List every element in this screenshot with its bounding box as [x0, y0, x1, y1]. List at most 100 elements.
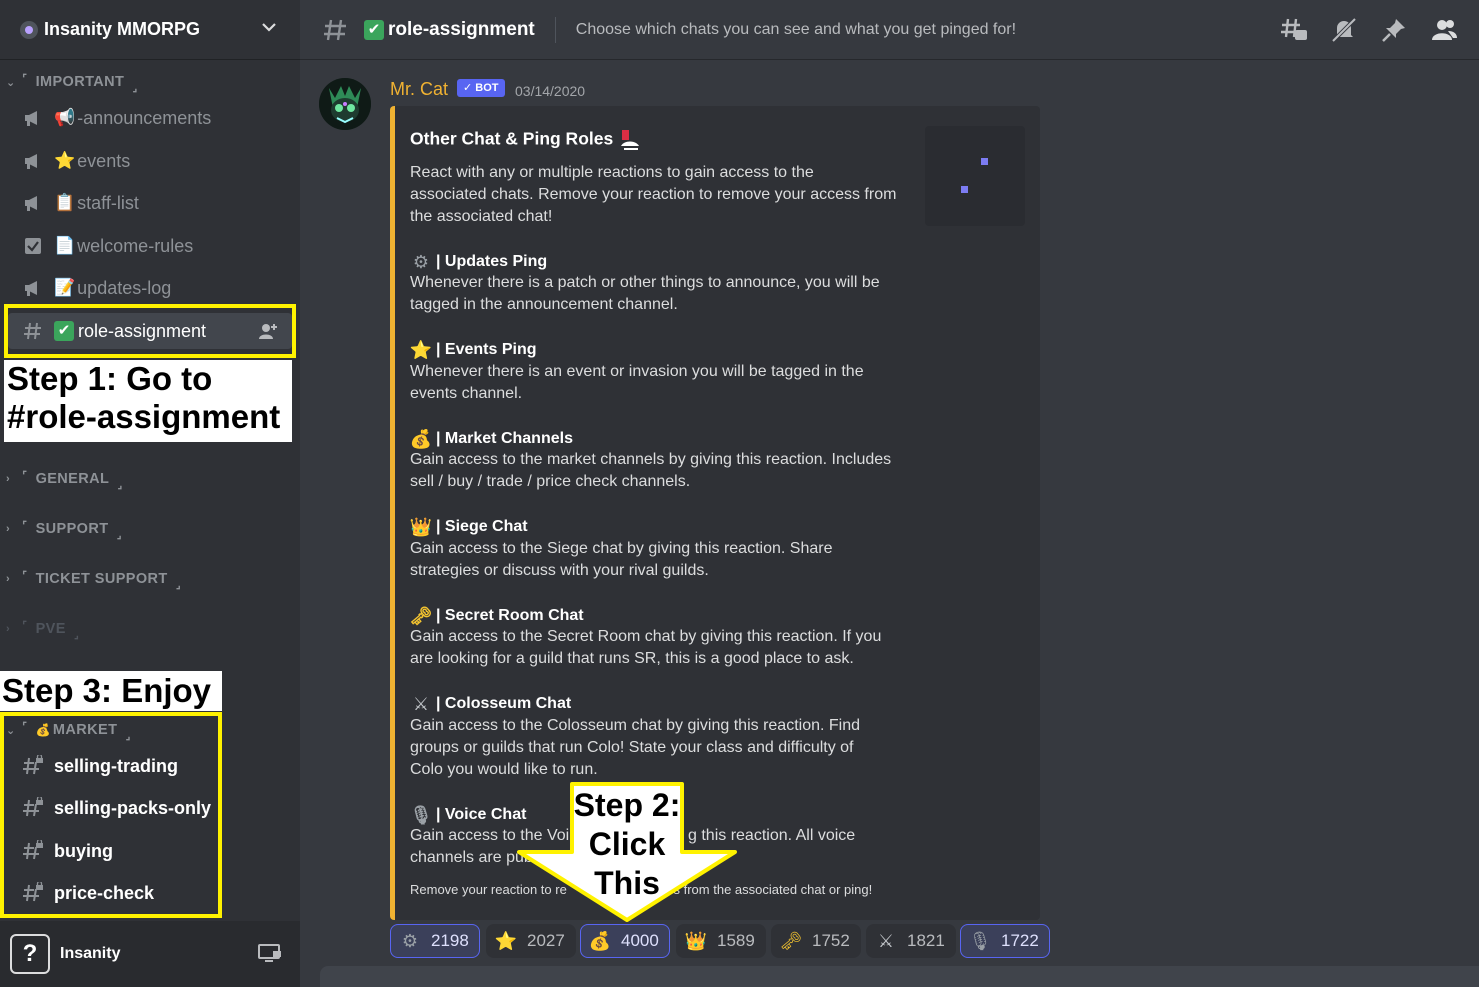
collapse-arrow-icon: › [6, 523, 11, 535]
avatar[interactable]: ? [10, 934, 50, 974]
moneybag-reaction-icon: 💰 [588, 930, 612, 951]
category-ticket-support[interactable]: › ⌜ TICKET SUPPORT ⌟ [0, 567, 300, 591]
server-icon [20, 20, 38, 39]
message-timestamp: 03/14/2020 [515, 83, 586, 99]
step1-highlight-box [4, 304, 296, 358]
category-important[interactable]: ⌄ ⌜ IMPORTANT ⌟ [0, 70, 300, 94]
microphone-icon: 🎙 [409, 804, 433, 825]
clipboard-emoji-icon: 📋 [54, 193, 76, 212]
reaction-key[interactable]: 🗝 1752 [771, 924, 861, 958]
reaction-swords[interactable]: ⚔ 1821 [866, 924, 956, 958]
channel-label: events [77, 150, 131, 171]
channel-sidebar: Insanity MMORPG ⌄ ⌜ IMPORTANT ⌟ 📢 -annou… [0, 0, 300, 987]
field-body-market: Gain access to the market channels by gi… [410, 451, 892, 490]
announcement-icon [22, 277, 44, 299]
star-reaction-icon: ⭐ [494, 930, 518, 951]
screen-share-icon[interactable] [258, 943, 282, 965]
channel-announcements[interactable]: 📢 -announcements [8, 100, 292, 136]
channel-title: ✔ role-assignment [364, 19, 535, 41]
reaction-count: 2027 [527, 931, 565, 950]
channel-welcome-rules[interactable]: 📄 welcome-rules [8, 228, 292, 264]
crossed-swords-icon: ⚔ [412, 693, 430, 714]
field-body-events: Whenever there is an event or invasion y… [410, 363, 864, 402]
message-composer[interactable] [320, 966, 1479, 987]
ping-bell-icon [621, 130, 640, 150]
message-author[interactable]: Mr. Cat [390, 79, 448, 100]
reaction-microphone[interactable]: 🎙 1722 [960, 924, 1050, 958]
key-reaction-icon: 🗝 [779, 930, 803, 951]
microphone-reaction-icon: 🎙 [968, 930, 992, 951]
reaction-count: 1589 [717, 931, 755, 950]
star-emoji-icon: ⭐ [54, 151, 76, 170]
category-label: SUPPORT [35, 521, 109, 537]
field-body-secret-room: Gain access to the Secret Room chat by g… [410, 628, 882, 667]
member-list-icon[interactable] [1430, 16, 1458, 44]
bot-avatar[interactable] [319, 78, 371, 130]
key-icon: 🗝 [409, 605, 433, 626]
channel-events[interactable]: ⭐ events [8, 143, 292, 179]
embed-title: Other Chat & Ping Roles [410, 128, 642, 152]
reaction-count: 1722 [1001, 931, 1039, 950]
reaction-crown[interactable]: 👑 1589 [676, 924, 766, 958]
category-label: TICKET SUPPORT [35, 571, 168, 587]
collapse-arrow-icon: › [6, 473, 11, 485]
announcement-icon [22, 150, 44, 172]
reaction-count: 4000 [621, 931, 659, 950]
bot-tag: ✓ BOT [457, 79, 505, 97]
collapse-arrow-icon: › [6, 623, 11, 635]
gear-reaction-icon: ⚙ [401, 930, 419, 951]
reaction-count: 1821 [907, 931, 945, 950]
channel-label: staff-list [77, 192, 139, 213]
channel-updates-log[interactable]: 📝 updates-log [8, 270, 292, 306]
field-title-market: 💰 | Market Channels [409, 428, 573, 449]
moneybag-icon: 💰 [409, 428, 433, 449]
field-title-colosseum: ⚔ | Colosseum Chat [410, 693, 571, 715]
rules-icon [22, 235, 44, 257]
reaction-moneybag[interactable]: 💰 4000 [580, 924, 670, 958]
channel-topic[interactable]: Choose which chats you can see and what … [576, 21, 1016, 39]
server-header[interactable]: Insanity MMORPG [0, 0, 300, 60]
field-title-events: ⭐ | Events Ping [409, 339, 537, 360]
category-support[interactable]: › ⌜ SUPPORT ⌟ [0, 517, 300, 541]
channel-header: ✔ role-assignment Choose which chats you… [300, 0, 1479, 60]
check-mark-emoji-icon: ✔ [364, 19, 384, 40]
step1-label: Step 1: Go to #role-assignment [4, 360, 292, 442]
field-title-updates: ⚙ | Updates Ping [410, 251, 547, 273]
category-pve[interactable]: › ⌜ PVE ⌟ [0, 617, 300, 641]
reaction-count: 1752 [812, 931, 850, 950]
field-title-secret-room: 🗝 | Secret Room Chat [409, 605, 584, 626]
threads-icon[interactable] [1280, 16, 1308, 44]
category-label: IMPORTANT [35, 74, 125, 90]
memo-emoji-icon: 📝 [54, 278, 76, 297]
embed-thumbnail[interactable] [925, 126, 1025, 226]
channel-staff-list[interactable]: 📋 staff-list [8, 185, 292, 221]
chevron-down-icon[interactable] [260, 18, 278, 36]
page-emoji-icon: 📄 [54, 236, 76, 255]
field-body-updates: Whenever there is a patch or other thing… [410, 274, 880, 313]
header-divider [554, 16, 556, 43]
field-title-voice: 🎙 | Voice Chat [409, 804, 527, 825]
crown-reaction-icon: 👑 [684, 930, 708, 951]
channel-label: -announcements [77, 107, 212, 128]
star-icon: ⭐ [409, 339, 433, 360]
step3-label: Step 3: Enjoy [0, 671, 222, 711]
notification-muted-icon[interactable] [1330, 16, 1358, 44]
server-name: Insanity MMORPG [44, 19, 201, 39]
user-panel: ? Insanity [0, 921, 300, 987]
reaction-star[interactable]: ⭐ 2027 [486, 924, 576, 958]
reaction-gear[interactable]: ⚙ 2198 [390, 924, 480, 958]
category-label: PVE [35, 621, 66, 637]
announcement-icon [22, 192, 44, 214]
hash-icon [324, 19, 346, 40]
channel-label: updates-log [77, 277, 172, 298]
message: Mr. Cat ✓ BOT 03/14/2020 Other Chat & Pi… [300, 60, 1479, 960]
step2-label: Step 2: Click This [573, 787, 681, 901]
pin-icon[interactable] [1380, 16, 1408, 44]
category-general[interactable]: › ⌜ GENERAL ⌟ [0, 467, 300, 491]
field-body-siege: Gain access to the Siege chat by giving … [410, 540, 833, 579]
step3-highlight-box [0, 712, 222, 918]
reaction-count: 2198 [431, 931, 469, 950]
collapse-arrow-icon: › [6, 573, 11, 585]
collapse-arrow-icon: ⌄ [6, 76, 16, 89]
swords-reaction-icon: ⚔ [877, 930, 895, 951]
